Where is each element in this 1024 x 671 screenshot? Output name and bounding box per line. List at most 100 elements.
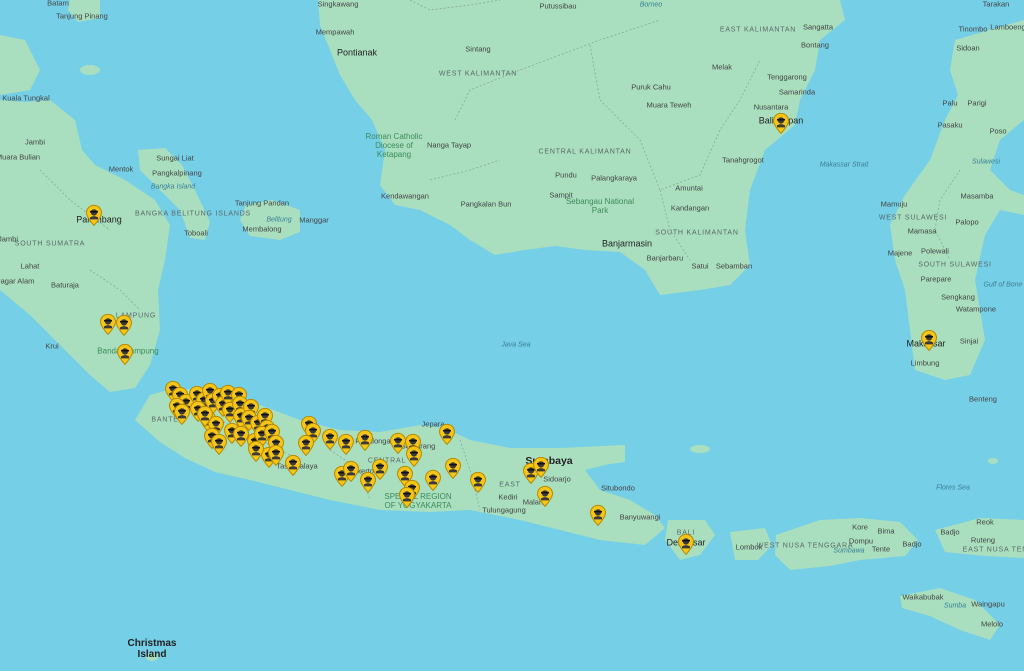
map-label: Sintang <box>465 44 491 54</box>
map-label: Banjarmasin <box>601 238 653 249</box>
location-marker-icon[interactable] <box>247 440 265 463</box>
map-label: Lahat <box>20 261 40 271</box>
map-label: Pangkalan Bun <box>460 199 512 209</box>
map-label: Kandangan <box>670 203 710 213</box>
map-label: Mentok <box>108 164 134 174</box>
map-label: Sulawesi <box>971 158 1001 166</box>
location-marker-icon[interactable] <box>337 433 355 456</box>
location-marker-icon[interactable] <box>398 486 416 509</box>
map-label: Belitung <box>266 216 292 224</box>
map-label: Banjarbaru <box>646 253 684 263</box>
map-label: Situbondo <box>601 483 635 493</box>
map-label: Tanahgrogot <box>722 155 764 165</box>
map-label: Tulungagung <box>482 505 526 515</box>
map-label: Tenggarong <box>767 72 807 82</box>
location-marker-icon[interactable] <box>284 454 302 477</box>
map-label: EAST NUSA TENGGARA <box>962 546 1024 554</box>
map-label: Sebamban <box>715 261 753 271</box>
location-marker-icon[interactable] <box>444 457 462 480</box>
map-label: Kediri <box>498 492 518 502</box>
land-sumatra-north <box>0 35 40 95</box>
location-marker-icon[interactable] <box>469 471 487 494</box>
map-label: Puruk Cahu <box>631 82 671 92</box>
map-label: Amuntai <box>675 183 703 193</box>
map-label: Lamboeng <box>990 22 1024 32</box>
map-label: Banyuwangi <box>619 512 661 522</box>
map-base-layer <box>0 0 1024 661</box>
map-label: Sebangau National Park <box>565 197 635 215</box>
map-label: Pontianak <box>336 47 378 58</box>
location-marker-icon[interactable] <box>589 504 607 527</box>
map-label: Benteng <box>969 394 997 404</box>
map-label: Watampone <box>955 304 997 314</box>
location-marker-icon[interactable] <box>297 434 315 457</box>
map-label: Bangka Island <box>150 183 196 191</box>
map-label: Kendawangan <box>381 191 429 201</box>
map-label: Sengkang <box>941 292 975 302</box>
location-marker-icon[interactable] <box>356 429 374 452</box>
location-marker-icon[interactable] <box>116 343 134 366</box>
map-label: Tanjung Pandan <box>234 198 290 208</box>
map-label: Dompu <box>848 536 874 546</box>
map-label: Pagar Alam <box>0 276 35 286</box>
map-label: SOUTH KALIMANTAN <box>655 229 739 237</box>
location-marker-icon[interactable] <box>532 456 550 479</box>
map-label: Mamasa <box>907 226 937 236</box>
map-label: Mamuju <box>880 199 908 209</box>
map-label: Tanjung Pinang <box>56 11 108 21</box>
map-label: Parepare <box>920 274 952 284</box>
map-label: Bontang <box>801 40 829 50</box>
map-label: Muara Teweh <box>646 100 692 110</box>
map-label: Reok <box>976 517 994 527</box>
map-canvas[interactable]: Batam Tanjung Pinang Singkawang Putussibau B… <box>0 0 1024 671</box>
map-label: Muara Bulian <box>0 152 41 162</box>
location-marker-icon[interactable] <box>85 204 103 227</box>
map-label: Ruteng <box>970 535 996 545</box>
location-marker-icon[interactable] <box>115 314 133 337</box>
location-marker-icon[interactable] <box>342 460 360 483</box>
map-label: Kuala Tungkal <box>2 93 50 103</box>
map-label: Nusantara <box>753 102 789 112</box>
map-label: Waikabubak <box>902 592 944 602</box>
map-label: Membalong <box>242 224 282 234</box>
map-label: WEST KALIMANTAN <box>438 70 518 78</box>
map-label: Christmas Island <box>127 638 177 660</box>
location-marker-icon[interactable] <box>677 533 695 556</box>
location-marker-icon[interactable] <box>424 469 442 492</box>
location-marker-icon[interactable] <box>438 423 456 446</box>
location-marker-icon[interactable] <box>196 405 214 428</box>
map-label: Polewali <box>921 246 949 256</box>
map-label: Sangatta <box>802 22 834 32</box>
map-label: Parigi <box>967 98 987 108</box>
map-label: Mempawah <box>315 27 355 37</box>
map-label: Palangkaraya <box>591 173 637 183</box>
map-label: Putussibau <box>539 1 577 11</box>
map-label: Melak <box>711 62 733 72</box>
location-marker-icon[interactable] <box>772 112 790 135</box>
location-marker-icon[interactable] <box>536 485 554 508</box>
map-label: Gulf of Bone <box>983 281 1023 289</box>
location-marker-icon[interactable] <box>920 329 938 352</box>
map-label: Toboali <box>184 228 208 238</box>
map-label: Badjo <box>902 539 922 549</box>
map-label: Pundu <box>555 170 577 180</box>
location-marker-icon[interactable] <box>267 444 285 467</box>
map-label: SOUTH SUMATRA <box>14 240 86 248</box>
map-label: Limbung <box>910 358 940 368</box>
map-label: Samarinda <box>778 87 816 97</box>
map-label: Kore <box>852 522 868 532</box>
location-marker-icon[interactable] <box>405 445 423 468</box>
map-label: Sumbawa <box>833 547 865 555</box>
map-label: Tinombo <box>958 24 988 34</box>
land-sulawesi <box>890 20 1024 380</box>
map-label: Sungai Liat <box>156 153 194 163</box>
map-label: Roman Catholic Diocese of Ketapang <box>365 131 423 159</box>
location-marker-icon[interactable] <box>371 458 389 481</box>
map-label: Majene <box>887 248 913 258</box>
map-label: Jambi <box>0 234 19 244</box>
map-label: Singkawang <box>317 0 359 9</box>
map-label: Tente <box>871 544 891 554</box>
map-label: Sidoan <box>956 43 980 53</box>
map-label: Bima <box>877 526 895 536</box>
map-label: Makassar Strait <box>819 161 869 169</box>
